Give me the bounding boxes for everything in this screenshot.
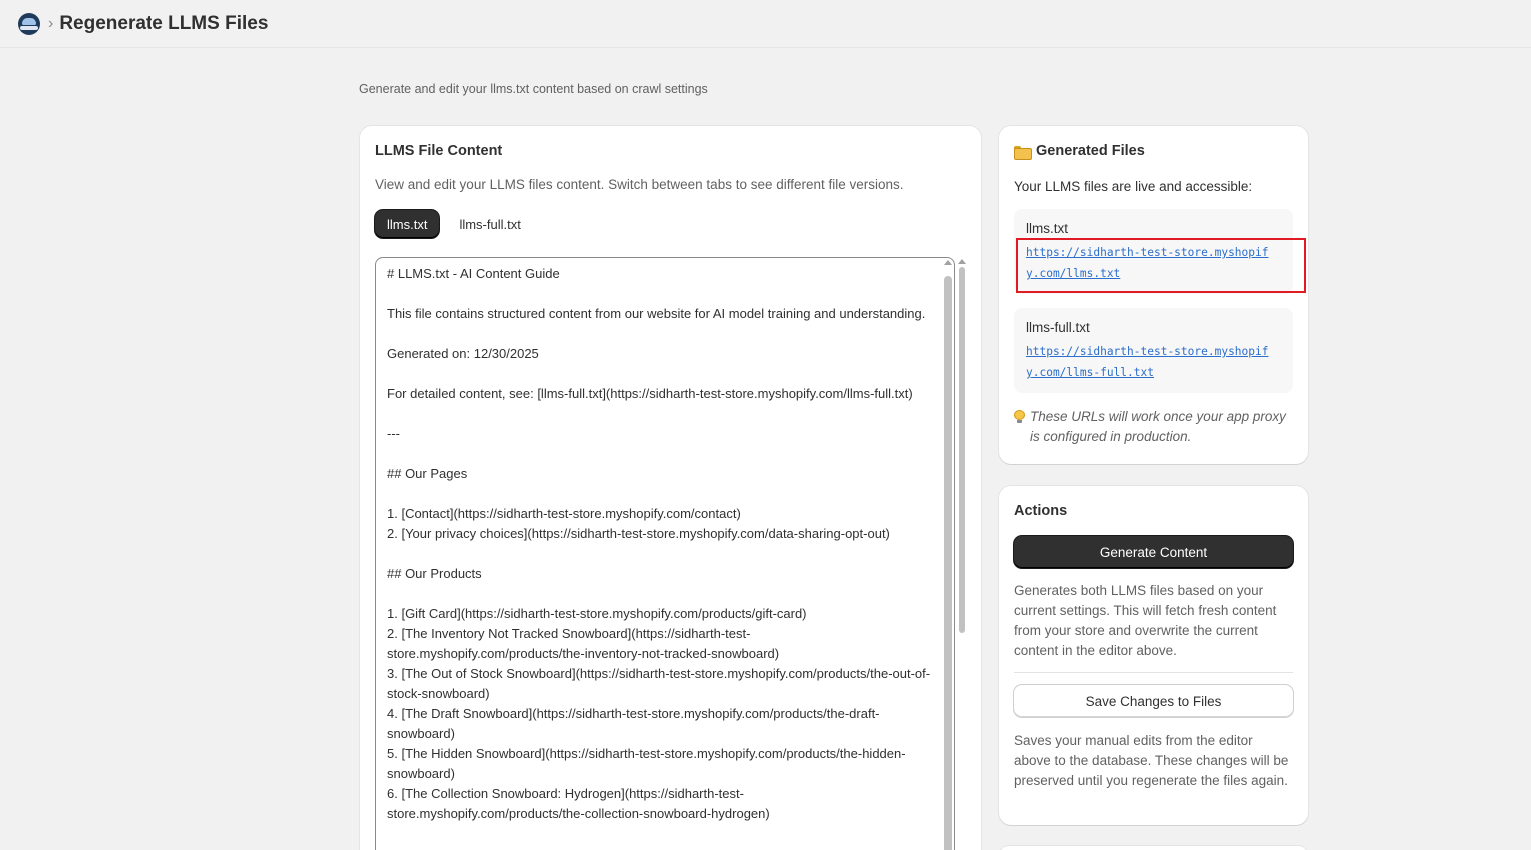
files-card-title: Generated Files (1036, 143, 1145, 159)
llms-content-card: LLMS File Content View and edit your LLM… (360, 126, 981, 850)
files-card-heading: Generated Files (1014, 143, 1293, 160)
page-scrollbar[interactable] (957, 257, 967, 850)
proxy-hint-text: These URLs will work once your app proxy… (1030, 409, 1286, 444)
file-name: llms.txt (1026, 221, 1068, 236)
editor-scrollbar[interactable] (943, 259, 953, 850)
next-card (999, 846, 1308, 850)
generate-content-button[interactable]: Generate Content (1014, 536, 1293, 568)
save-description: Saves your manual edits from the editor … (1014, 733, 1289, 788)
file-entry-llms-full: llms-full.txt https://sidharth-test-stor… (1014, 308, 1293, 393)
llms-content-editor[interactable]: # LLMS.txt - AI Content Guide This file … (375, 257, 955, 850)
content-card-title: LLMS File Content (375, 143, 503, 159)
tab-llms-full-txt[interactable]: llms-full.txt (447, 210, 532, 238)
page-title: Regenerate LLMS Files (59, 12, 269, 34)
editor-scroll-thumb[interactable] (944, 276, 952, 850)
page-scroll-thumb[interactable] (959, 267, 965, 633)
actions-divider (1014, 672, 1293, 673)
breadcrumb-separator: › (48, 14, 54, 32)
file-url-link[interactable]: https://sidharth-test-store.myshopify.co… (1026, 341, 1281, 383)
folder-icon (1014, 145, 1032, 160)
scroll-up-arrow-icon[interactable] (944, 260, 952, 265)
generate-description: Generates both LLMS files based on your … (1014, 583, 1277, 658)
top-bar: › Regenerate LLMS Files (0, 0, 1531, 48)
save-changes-button[interactable]: Save Changes to Files (1014, 685, 1293, 717)
page-subtitle: Generate and edit your llms.txt content … (359, 82, 708, 96)
files-card-description: Your LLMS files are live and accessible: (1014, 179, 1253, 194)
lightbulb-icon (1014, 410, 1025, 424)
editor-container: # LLMS.txt - AI Content Guide This file … (375, 257, 967, 850)
file-url-link[interactable]: https://sidharth-test-store.myshopify.co… (1026, 242, 1281, 284)
actions-card: Actions Generate Content Generates both … (999, 486, 1308, 825)
proxy-hint: These URLs will work once your app proxy… (1014, 407, 1293, 447)
tab-llms-txt[interactable]: llms.txt (375, 210, 440, 238)
generated-files-card: Generated Files Your LLMS files are live… (999, 126, 1308, 464)
app-logo-icon[interactable] (18, 12, 40, 35)
file-tabs: llms.txt llms-full.txt (375, 210, 966, 238)
content-card-description: View and edit your LLMS files content. S… (375, 177, 904, 192)
editor-text[interactable]: # LLMS.txt - AI Content Guide This file … (376, 258, 954, 824)
actions-card-title: Actions (1014, 503, 1068, 519)
file-name: llms-full.txt (1026, 320, 1090, 335)
file-entry-llms: llms.txt https://sidharth-test-store.mys… (1014, 209, 1293, 294)
page-scroll-up-arrow-icon[interactable] (958, 259, 966, 264)
